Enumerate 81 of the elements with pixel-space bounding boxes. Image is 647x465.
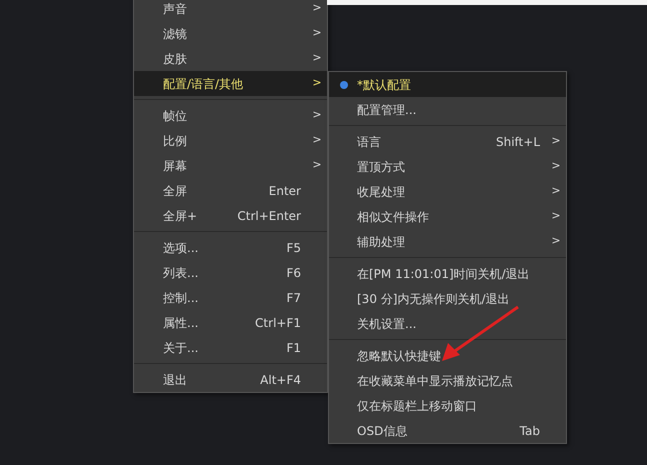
submenu-arrow: > <box>311 50 323 66</box>
menu-item-label: 置顶方式 <box>356 158 406 176</box>
menu-item[interactable]: 选项... F5 <box>134 235 327 260</box>
submenu-arrow: > <box>550 133 562 150</box>
menu-item[interactable]: 忽略默认快捷键 <box>329 343 566 368</box>
menu-item-label: 屏幕 <box>162 158 188 174</box>
menu-item[interactable]: 比例 > <box>134 128 327 153</box>
submenu-arrow: > <box>311 132 323 148</box>
menu-item[interactable]: [30 分]内无操作则关机/退出 <box>329 286 566 311</box>
menu-item-label: 忽略默认快捷键 <box>356 348 442 364</box>
menu-item[interactable]: 在收藏菜单中显示播放记忆点 <box>329 368 566 393</box>
menu-item-label: 语言 <box>356 134 382 150</box>
menu-item-label: 选项... <box>162 240 200 256</box>
submenu-arrow: > <box>311 107 323 124</box>
menu-item[interactable]: 收尾处理 > <box>329 179 566 204</box>
menu-item[interactable]: 置顶方式 > <box>329 154 566 179</box>
menu-item[interactable]: 全屏+ Ctrl+Enter <box>134 203 327 228</box>
menu-item-label: 在[PM 11:01:01]时间关机/退出 <box>356 266 531 282</box>
menu-item[interactable]: 在[PM 11:01:01]时间关机/退出 <box>329 261 566 286</box>
shortcut-text: F6 <box>286 264 302 282</box>
shortcut-text: Ctrl+F1 <box>255 314 302 332</box>
menu-item-label: 配置/语言/其他 <box>162 76 244 92</box>
shortcut-text: Enter <box>268 182 302 200</box>
shortcut-text: F5 <box>286 240 302 256</box>
menu-item[interactable]: 皮肤 > <box>134 46 327 71</box>
menu-item-label: 帧位 <box>162 108 188 124</box>
menu-item-label: OSD信息 <box>356 422 408 440</box>
shortcut-text: Tab <box>520 422 541 440</box>
menu-item[interactable]: 配置管理... <box>329 97 566 122</box>
menu-item[interactable]: 帧位 > <box>134 103 327 128</box>
submenu-arrow: > <box>311 0 323 16</box>
menu-item[interactable]: 滤镜 > <box>134 21 327 46</box>
submenu-arrow: > <box>550 233 562 250</box>
menu-item-label: 皮肤 <box>162 50 188 68</box>
menu-item[interactable]: *默认配置 <box>329 72 566 97</box>
menu-item-label: 关于... <box>162 340 200 356</box>
menu-item[interactable]: 相似文件操作 > <box>329 204 566 229</box>
shortcut-text: Shift+L <box>496 134 541 150</box>
menu-item-label: 仅在标题栏上移动窗口 <box>356 398 478 414</box>
menu-item[interactable]: 屏幕 > <box>134 153 327 178</box>
submenu-arrow: > <box>311 157 323 174</box>
submenu-arrow: > <box>311 25 323 42</box>
menu-item-label: 属性... <box>162 314 200 332</box>
shortcut-text: Alt+F4 <box>260 372 302 388</box>
submenu-arrow: > <box>550 158 562 174</box>
shortcut-text: F1 <box>286 340 302 356</box>
menu-item[interactable]: 关于... F1 <box>134 335 327 360</box>
menu-item[interactable]: 辅助处理 > <box>329 229 566 254</box>
shortcut-text: F7 <box>286 290 302 306</box>
menu-item-label: 比例 <box>162 132 188 150</box>
menu-item-label: [30 分]内无操作则关机/退出 <box>356 290 510 308</box>
menu-item[interactable]: 控制... F7 <box>134 285 327 310</box>
menu-item[interactable]: 退出 Alt+F4 <box>134 367 327 392</box>
menu-item[interactable]: 配置/语言/其他 > <box>134 71 327 96</box>
menu-item-label: 全屏+ <box>162 208 198 224</box>
menu-item-label: 收尾处理 <box>356 184 406 200</box>
submenu-arrow: > <box>311 75 323 92</box>
menu-item-label: 滤镜 <box>162 26 188 42</box>
menu-item[interactable]: OSD信息 Tab <box>329 418 566 443</box>
menu-item-label: 列表... <box>162 264 200 282</box>
menu-item-label: 控制... <box>162 290 200 306</box>
radio-dot-icon <box>340 80 348 88</box>
menu-item[interactable]: 属性... Ctrl+F1 <box>134 310 327 335</box>
menu-item[interactable]: 声音 > <box>134 0 327 21</box>
menu-item-label: 退出 <box>162 372 188 388</box>
menu-item[interactable]: 关机设置... <box>329 311 566 336</box>
menu-item-label: 辅助处理 <box>356 234 406 250</box>
menu-item-label: 在收藏菜单中显示播放记忆点 <box>356 372 514 390</box>
menu-item-label: 全屏 <box>162 182 188 200</box>
submenu-arrow: > <box>550 208 562 224</box>
menu-item-label: 关机设置... <box>356 316 418 332</box>
menu-item-label: 相似文件操作 <box>356 208 430 226</box>
menu-item-label: 配置管理... <box>356 102 418 118</box>
menu-item[interactable]: 全屏 Enter <box>134 178 327 203</box>
menu-item[interactable]: 语言 Shift+L > <box>329 129 566 154</box>
menu-item-label: *默认配置 <box>357 76 412 94</box>
shortcut-text: Ctrl+Enter <box>237 208 302 224</box>
menu-item-label: 声音 <box>162 0 188 18</box>
menu-item[interactable]: 列表... F6 <box>134 260 327 285</box>
menu-item[interactable]: 仅在标题栏上移动窗口 <box>329 393 566 418</box>
submenu-arrow: > <box>550 183 562 200</box>
